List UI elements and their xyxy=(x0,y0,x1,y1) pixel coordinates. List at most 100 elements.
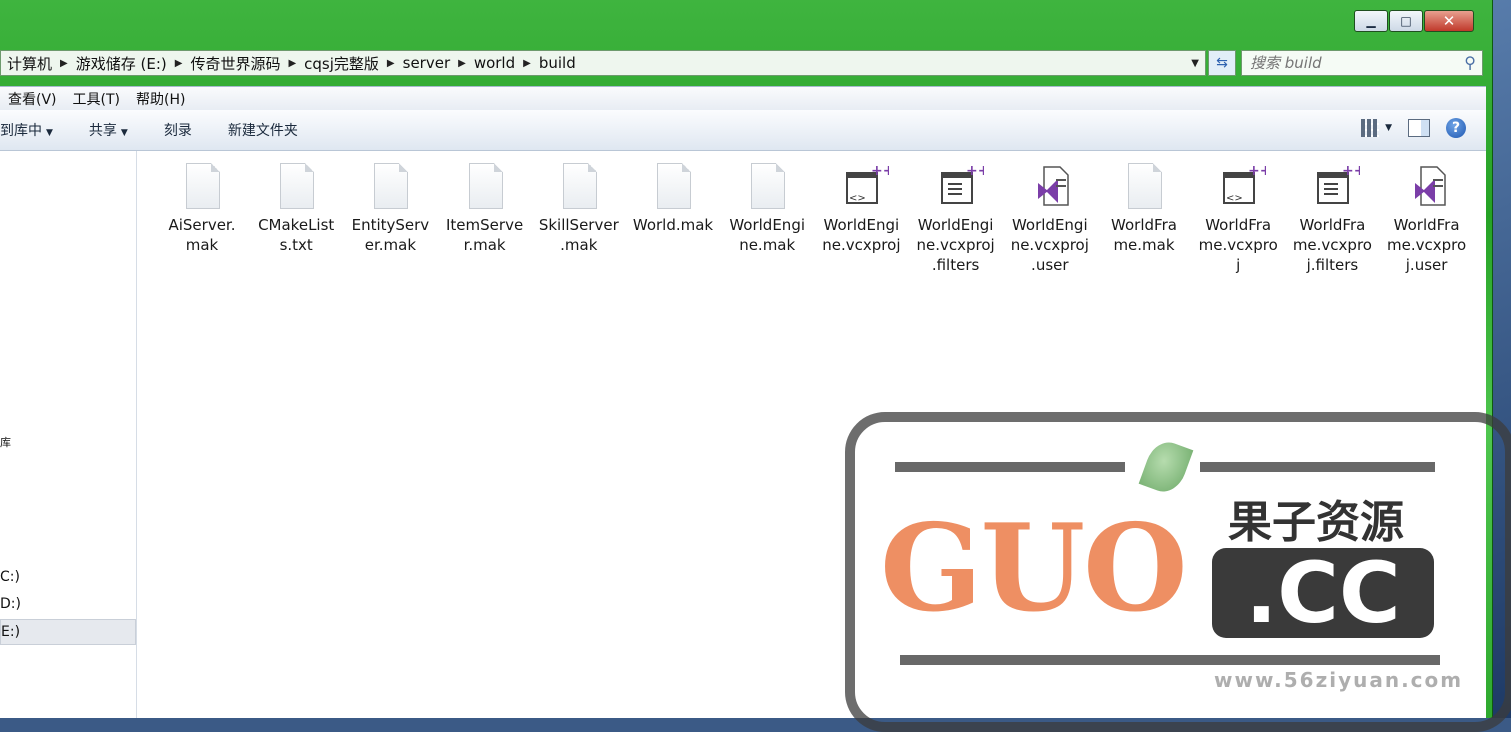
share-button[interactable]: 共享 ▼ xyxy=(71,120,146,140)
file-item[interactable]: AiServer. mak xyxy=(157,163,247,255)
file-item[interactable]: WorldEngi ne.vcxproj .user xyxy=(1005,163,1095,275)
view-dropdown-icon[interactable]: ▼ xyxy=(1385,123,1392,133)
breadcrumb-arrow-icon[interactable]: ▶ xyxy=(456,58,468,69)
breadcrumb-source-folder[interactable]: 传奇世界源码 xyxy=(184,52,286,74)
watermark-guo: GUO xyxy=(880,498,1188,639)
file-name: WorldFra me.vcxpro j xyxy=(1198,216,1278,274)
breadcrumb-build[interactable]: build xyxy=(533,52,582,74)
generic-file-icon xyxy=(370,163,410,211)
watermark-url: www.56ziyuan.com xyxy=(1214,668,1464,692)
generic-file-icon xyxy=(747,163,787,211)
file-name: WorldFra me.vcxpro j.filters xyxy=(1292,216,1372,274)
caption-buttons: ▁ □ ✕ xyxy=(1353,10,1474,32)
search-icon[interactable]: ⚲ xyxy=(1464,53,1476,72)
breadcrumb-arrow-icon[interactable]: ▶ xyxy=(385,58,397,69)
file-item[interactable]: ItemServe r.mak xyxy=(440,163,530,255)
file-name: WorldEngi ne.vcxproj .user xyxy=(1010,216,1089,274)
change-view-icon[interactable] xyxy=(1361,119,1380,137)
file-name: WorldFra me.vcxpro j.user xyxy=(1387,216,1467,274)
command-bar: 到库中 ▼ 共享 ▼ 刻录 新建文件夹 ▼ ? xyxy=(0,110,1486,151)
address-bar[interactable]: 计算机 ▶ 游戏储存 (E:) ▶ 传奇世界源码 ▶ cqsj完整版 ▶ server ▶… xyxy=(0,50,1206,76)
breadcrumb-computer[interactable]: 计算机 xyxy=(1,52,58,74)
nav-item-library[interactable]: 库 xyxy=(0,431,11,455)
address-dropdown-icon[interactable]: ▼ xyxy=(1191,58,1199,69)
preview-pane-icon[interactable] xyxy=(1408,119,1430,137)
generic-file-icon xyxy=(1124,163,1164,211)
nav-item-drive-c[interactable]: C:) xyxy=(0,565,20,589)
file-item[interactable]: SkillServer .mak xyxy=(534,163,624,255)
file-name: WorldEngi ne.vcxproj xyxy=(822,216,901,254)
menu-bar: 查看(V) 工具(T) 帮助(H) xyxy=(0,86,1486,111)
file-name: WorldEngi ne.mak xyxy=(729,216,806,254)
file-item[interactable]: CMakeList s.txt xyxy=(251,163,341,255)
nav-item-drive-e[interactable]: E:) xyxy=(0,619,136,645)
file-name: WorldFra me.mak xyxy=(1111,216,1177,254)
file-name: AiServer. mak xyxy=(168,216,236,254)
svg-text:++: ++ xyxy=(966,163,984,179)
svg-text:++: ++ xyxy=(871,163,889,179)
file-item[interactable]: WorldFra me.mak xyxy=(1099,163,1189,255)
breadcrumb-world[interactable]: world xyxy=(468,52,521,74)
burn-button[interactable]: 刻录 xyxy=(146,120,210,140)
visual-studio-icon xyxy=(1407,163,1447,211)
menu-view[interactable]: 查看(V) xyxy=(0,89,65,109)
stamp-line xyxy=(895,462,1125,472)
generic-file-icon xyxy=(276,163,316,211)
refresh-icon: ⇆ xyxy=(1216,55,1228,71)
file-item[interactable]: ++ WorldFra me.vcxpro j.filters xyxy=(1287,163,1377,275)
breadcrumb-arrow-icon[interactable]: ▶ xyxy=(58,58,70,69)
file-name: WorldEngi ne.vcxproj .filters xyxy=(916,216,995,274)
file-name: ItemServe r.mak xyxy=(446,216,524,254)
breadcrumb-arrow-icon[interactable]: ▶ xyxy=(173,58,185,69)
navigation-pane: 库 C:) D:) E:) xyxy=(0,151,137,718)
minimize-button[interactable]: ▁ xyxy=(1354,10,1388,32)
search-input[interactable] xyxy=(1242,53,1452,73)
file-item[interactable]: WorldFra me.vcxpro j.user xyxy=(1382,163,1472,275)
chevron-down-icon: ▼ xyxy=(120,128,128,138)
breadcrumb-server[interactable]: server xyxy=(397,52,456,74)
svg-text:++: ++ xyxy=(1342,163,1360,179)
file-name: EntityServ er.mak xyxy=(351,216,430,254)
include-in-library-label: 到库中 xyxy=(0,123,42,139)
help-icon[interactable]: ? xyxy=(1446,118,1466,138)
svg-text:<>: <> xyxy=(1226,193,1243,204)
share-label: 共享 xyxy=(88,123,117,139)
file-item[interactable]: World.mak xyxy=(628,163,718,235)
breadcrumb-drive-e[interactable]: 游戏储存 (E:) xyxy=(70,52,173,74)
breadcrumb-arrow-icon[interactable]: ▶ xyxy=(521,58,533,69)
svg-text:++: ++ xyxy=(1248,163,1266,179)
toolbar-right: ▼ ? xyxy=(1361,118,1466,138)
stamp-line xyxy=(900,655,1440,665)
filters-icon: ++ xyxy=(936,163,989,211)
file-name: World.mak xyxy=(632,216,714,234)
filters-icon: ++ xyxy=(1312,163,1366,211)
watermark-chinese-name: 果子资源 xyxy=(1228,497,1404,548)
file-item[interactable]: ++ WorldEngi ne.vcxproj .filters xyxy=(911,163,1001,275)
generic-file-icon xyxy=(465,163,505,211)
chevron-down-icon: ▼ xyxy=(46,128,53,138)
stamp-line xyxy=(1200,462,1435,472)
vcxproj-icon: <> ++ xyxy=(841,163,895,211)
explorer-window: ▁ □ ✕ 计算机 ▶ 游戏储存 (E:) ▶ 传奇世界源码 ▶ cqsj完整版 ▶ s… xyxy=(0,0,1511,732)
breadcrumb-cqsj[interactable]: cqsj完整版 xyxy=(298,52,385,74)
menu-help[interactable]: 帮助(H) xyxy=(128,89,193,109)
new-folder-button[interactable]: 新建文件夹 xyxy=(210,120,316,140)
close-button[interactable]: ✕ xyxy=(1424,10,1474,32)
file-item[interactable]: WorldEngi ne.mak xyxy=(722,163,812,255)
generic-file-icon xyxy=(653,163,693,211)
menu-tools[interactable]: 工具(T) xyxy=(65,89,128,109)
nav-item-drive-d[interactable]: D:) xyxy=(0,592,21,616)
include-in-library-button[interactable]: 到库中 ▼ xyxy=(0,120,71,140)
file-name: CMakeList s.txt xyxy=(258,216,335,254)
refresh-button[interactable]: ⇆ xyxy=(1208,50,1236,76)
file-name: SkillServer .mak xyxy=(538,216,619,254)
generic-file-icon xyxy=(182,163,222,211)
generic-file-icon xyxy=(559,163,599,211)
maximize-button[interactable]: □ xyxy=(1389,10,1423,32)
file-item[interactable]: <> ++ WorldEngi ne.vcxproj xyxy=(816,163,906,255)
search-box[interactable]: ⚲ xyxy=(1241,50,1483,76)
file-item[interactable]: EntityServ er.mak xyxy=(345,163,435,255)
watermark-cc: .CC xyxy=(1212,548,1434,638)
breadcrumb-arrow-icon[interactable]: ▶ xyxy=(286,58,298,69)
file-item[interactable]: <> ++ WorldFra me.vcxpro j xyxy=(1193,163,1283,275)
